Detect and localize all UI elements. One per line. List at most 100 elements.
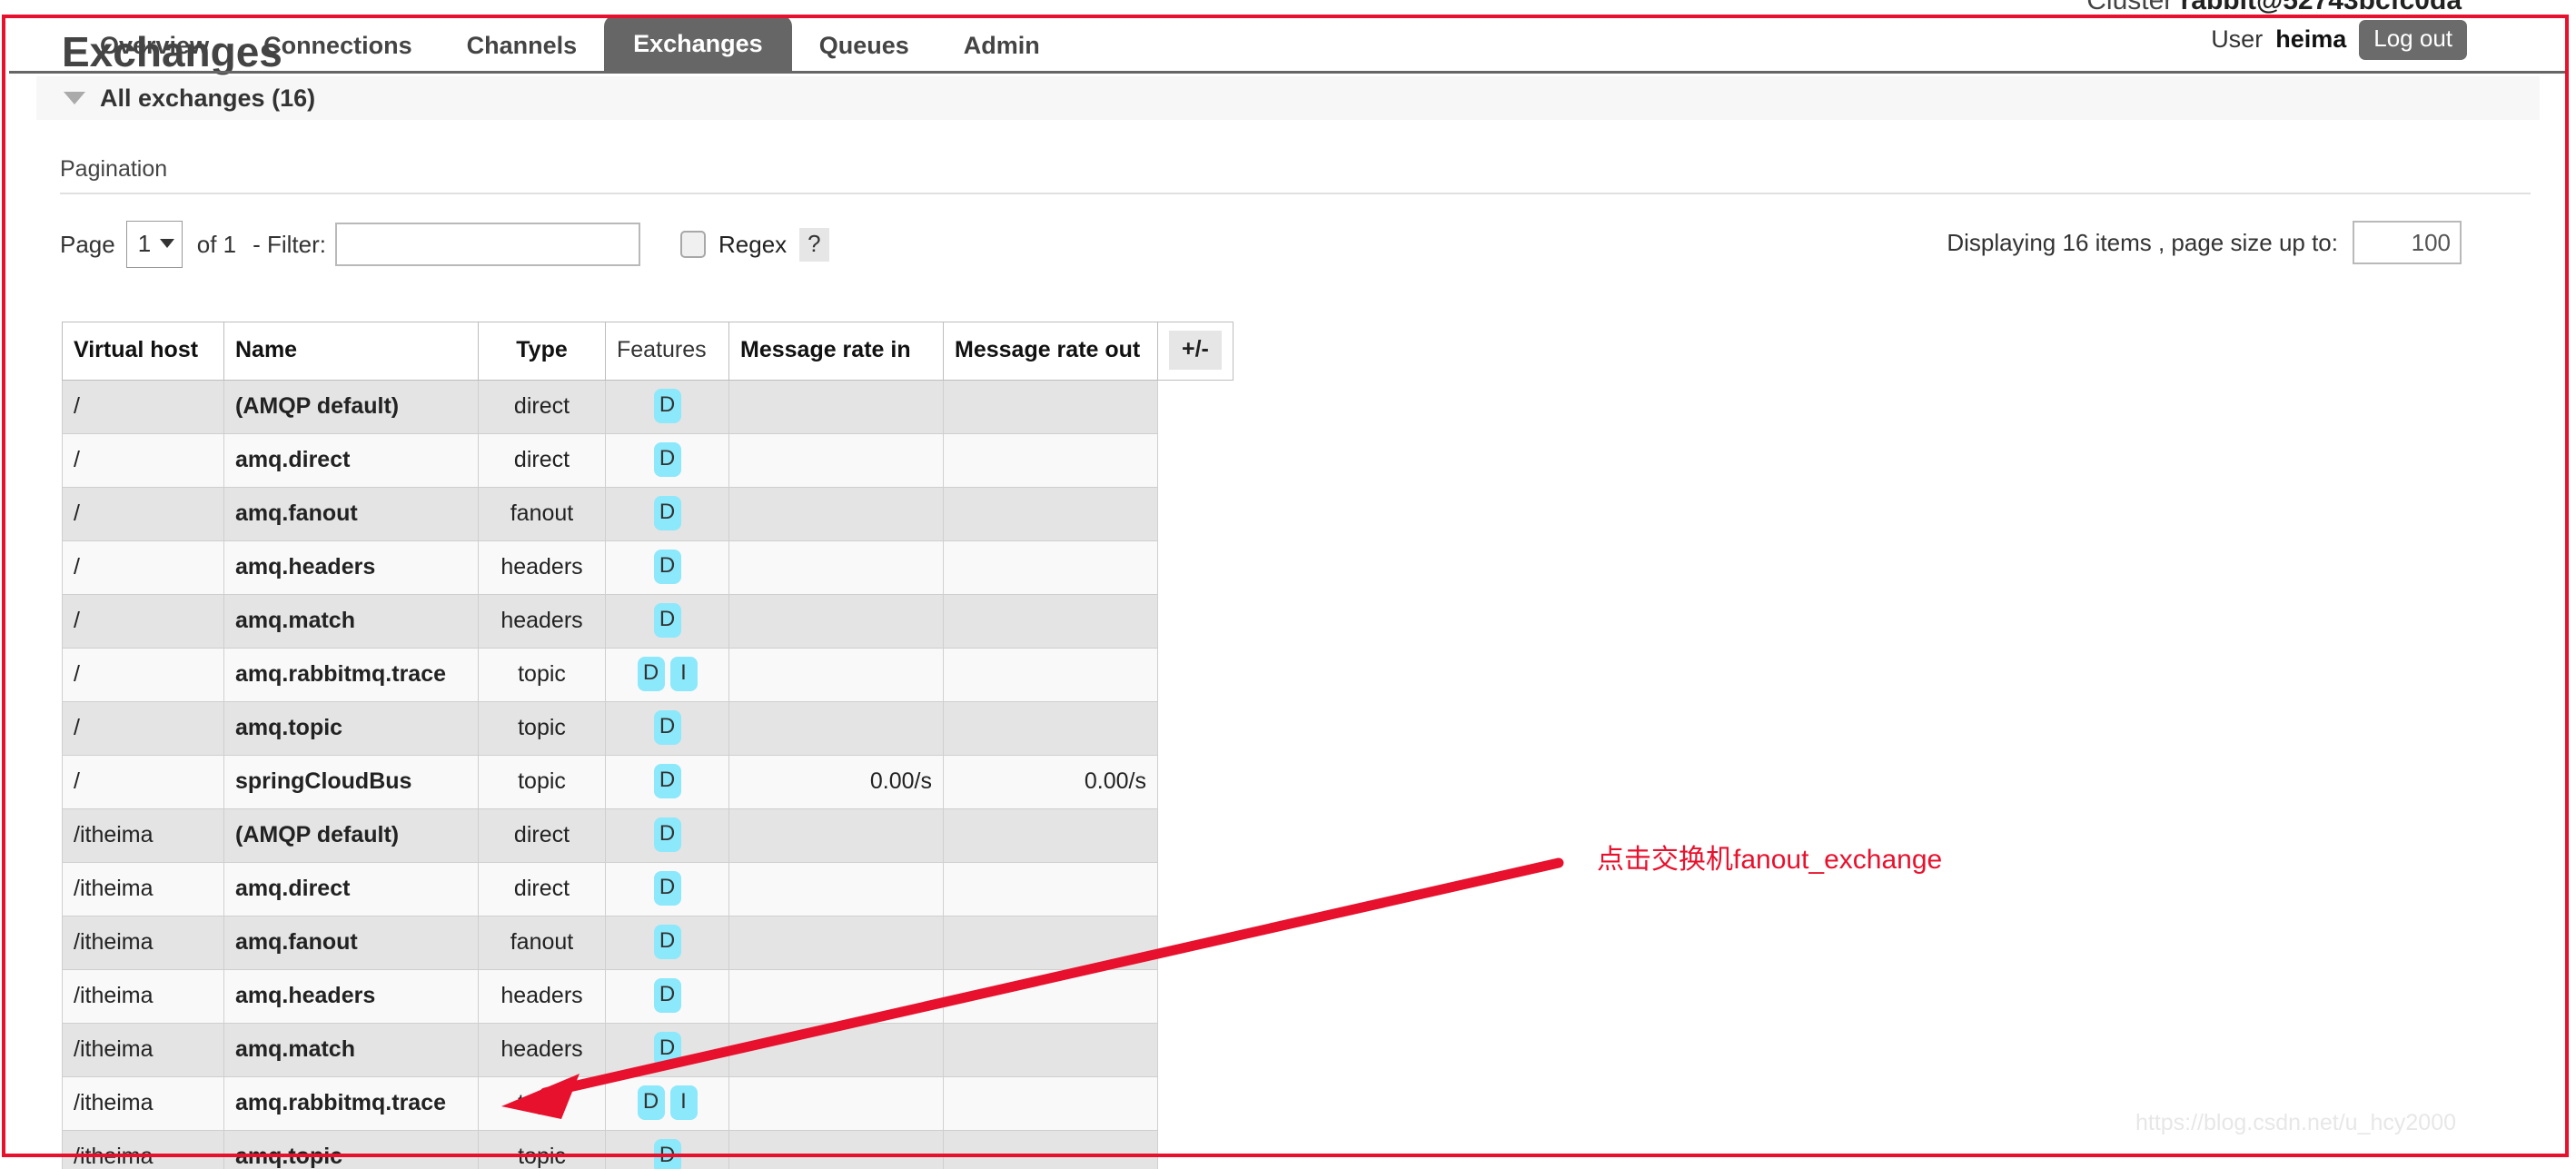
column-header-name[interactable]: Name: [223, 322, 479, 381]
durable-badge: D: [653, 550, 681, 584]
exchanges-table: Virtual host Name Type Features Message …: [62, 322, 1234, 1169]
section-title: All exchanges (16): [100, 84, 316, 112]
durable-badge: D: [653, 442, 681, 477]
table-row: / amq.match headers D: [62, 594, 1234, 649]
tab-channels[interactable]: Channels: [440, 21, 605, 73]
logout-button[interactable]: Log out: [2359, 20, 2467, 60]
cell-exchange-name[interactable]: amq.direct: [223, 862, 479, 916]
cell-features: D: [605, 862, 729, 916]
cell-message-rate-out: [943, 1023, 1158, 1077]
tab-exchanges[interactable]: Exchanges: [604, 15, 792, 73]
cell-exchange-name[interactable]: amq.headers: [223, 969, 479, 1024]
cell-exchange-name[interactable]: (AMQP default): [223, 380, 479, 434]
all-exchanges-section-header[interactable]: All exchanges (16): [36, 76, 2540, 120]
page-size-input[interactable]: [2353, 221, 2462, 264]
cell-exchange-name[interactable]: amq.rabbitmq.trace: [223, 648, 479, 702]
cell-features: D: [605, 487, 729, 541]
cell-message-rate-out: [943, 969, 1158, 1024]
durable-badge: D: [653, 817, 681, 852]
cell-exchange-name[interactable]: amq.rabbitmq.trace: [223, 1076, 479, 1131]
durable-badge: D: [653, 1032, 681, 1066]
cell-type: direct: [478, 862, 606, 916]
page-number-value: 1: [137, 229, 152, 257]
table-row: /itheima amq.topic topic D: [62, 1130, 1234, 1169]
chevron-down-icon: [160, 239, 175, 248]
cell-exchange-name[interactable]: amq.match: [223, 1023, 479, 1077]
table-body: / (AMQP default) direct D / amq.direct direct D…: [62, 380, 1234, 1169]
cell-features: D: [605, 808, 729, 863]
cell-exchange-name[interactable]: amq.topic: [223, 701, 479, 756]
cell-virtual-host: /itheima: [62, 969, 224, 1024]
cell-features: D: [605, 540, 729, 595]
table-row: /itheima amq.direct direct D: [62, 862, 1234, 916]
nav-tab-list: Overview Connections Channels Exchanges …: [73, 13, 1067, 73]
cell-type: direct: [478, 433, 606, 488]
cell-message-rate-in: [728, 1076, 944, 1131]
toggle-columns-button[interactable]: +/-: [1169, 331, 1222, 370]
cell-features: D: [605, 701, 729, 756]
displaying-info: Displaying 16 items , page size up to:: [1947, 221, 2462, 264]
cell-exchange-name[interactable]: amq.direct: [223, 433, 479, 488]
cell-message-rate-out: [943, 701, 1158, 756]
durable-badge: D: [653, 389, 681, 423]
cell-message-rate-out: [943, 808, 1158, 863]
durable-badge: D: [637, 657, 665, 691]
cell-virtual-host: /: [62, 701, 224, 756]
table-row: / amq.fanout fanout D: [62, 487, 1234, 541]
cell-message-rate-out: [943, 380, 1158, 434]
table-row: / amq.rabbitmq.trace topic D I: [62, 648, 1234, 702]
watermark-text: https://blog.csdn.net/u_hcy2000: [2135, 1110, 2456, 1135]
cell-virtual-host: /itheima: [62, 808, 224, 863]
cell-type: topic: [478, 1076, 606, 1131]
tab-connections[interactable]: Connections: [236, 21, 440, 73]
regex-help-icon[interactable]: ?: [799, 227, 829, 262]
cell-exchange-name[interactable]: amq.fanout: [223, 916, 479, 970]
cell-features: D: [605, 1130, 729, 1169]
tab-overview[interactable]: Overview: [73, 21, 236, 73]
cell-message-rate-in: [728, 1130, 944, 1169]
cell-exchange-name[interactable]: amq.headers: [223, 540, 479, 595]
cell-exchange-name[interactable]: amq.match: [223, 594, 479, 649]
column-header-type[interactable]: Type: [478, 322, 606, 381]
page-total-label: of 1: [196, 230, 237, 258]
cell-features: D: [605, 916, 729, 970]
regex-checkbox[interactable]: [680, 231, 706, 258]
cell-virtual-host: /: [62, 594, 224, 649]
cell-exchange-name[interactable]: (AMQP default): [223, 808, 479, 863]
cell-message-rate-out: 0.00/s: [943, 755, 1158, 809]
cell-message-rate-in: [728, 594, 944, 649]
column-header-message-rate-in[interactable]: Message rate in: [728, 322, 944, 381]
durable-badge: D: [653, 978, 681, 1013]
cell-virtual-host: /: [62, 755, 224, 809]
cell-exchange-name[interactable]: springCloudBus: [223, 755, 479, 809]
cell-type: direct: [478, 380, 606, 434]
cell-exchange-name[interactable]: amq.topic: [223, 1130, 479, 1169]
tab-admin[interactable]: Admin: [936, 21, 1067, 73]
cell-message-rate-out: [943, 487, 1158, 541]
cell-message-rate-in: [728, 701, 944, 756]
durable-badge: D: [653, 710, 681, 745]
cell-exchange-name[interactable]: amq.fanout: [223, 487, 479, 541]
cell-message-rate-in: [728, 540, 944, 595]
column-header-features: Features: [605, 322, 729, 381]
cell-message-rate-out: [943, 594, 1158, 649]
cell-message-rate-in: [728, 969, 944, 1024]
cell-features: DI: [605, 648, 729, 702]
toggle-columns-cell: +/-: [1157, 322, 1234, 381]
chevron-down-icon: [64, 92, 85, 104]
page-number-select[interactable]: 1: [125, 221, 183, 268]
column-header-virtual-host[interactable]: Virtual host: [62, 322, 224, 381]
cell-message-rate-in: [728, 862, 944, 916]
cell-virtual-host: /: [62, 487, 224, 541]
cell-type: topic: [478, 755, 606, 809]
internal-badge: I: [669, 657, 698, 691]
filter-input[interactable]: [335, 223, 640, 266]
column-header-message-rate-out[interactable]: Message rate out: [943, 322, 1158, 381]
pagination-divider: [60, 193, 2531, 194]
cell-message-rate-in: [728, 380, 944, 434]
filter-label: - Filter:: [253, 230, 326, 258]
cell-type: headers: [478, 594, 606, 649]
tab-queues[interactable]: Queues: [792, 21, 936, 73]
durable-badge: D: [653, 496, 681, 530]
cell-type: fanout: [478, 916, 606, 970]
